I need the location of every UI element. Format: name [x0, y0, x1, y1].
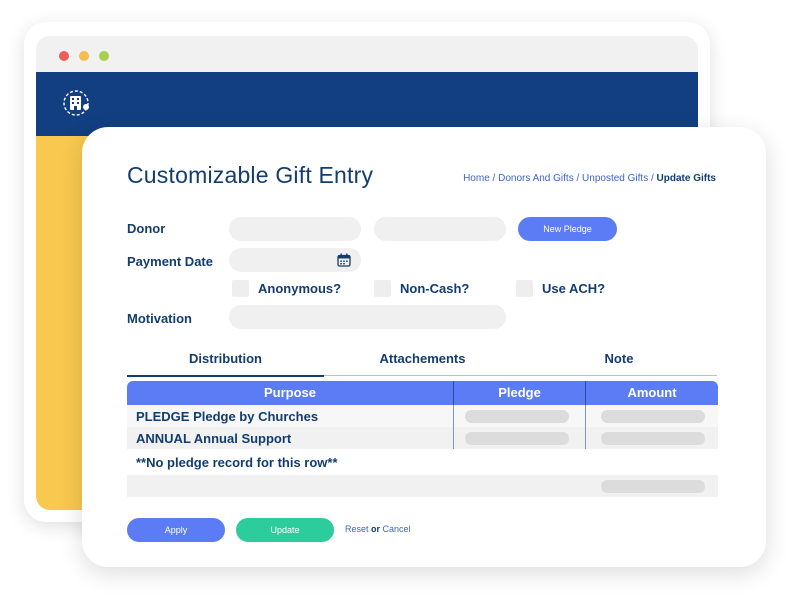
pledge-header: Pledge [498, 385, 541, 400]
amount-cell-field[interactable] [601, 410, 705, 423]
distribution-table: Purpose Pledge Amount PLEDGE Pledge by C… [127, 381, 718, 497]
non-cash-label: Non-Cash? [400, 281, 470, 296]
apply-button[interactable]: Apply [127, 518, 225, 542]
maximize-window-button[interactable] [99, 51, 109, 61]
donor-label: Donor [127, 221, 166, 236]
gift-entry-card: Customizable Gift Entry Home / Donors An… [82, 127, 766, 567]
pledge-cell-field[interactable] [465, 410, 569, 423]
breadcrumb-donors-and-gifts[interactable]: Donors And Gifts [498, 173, 574, 184]
purpose-cell: ANNUAL Annual Support [136, 431, 292, 446]
amount-cell-field[interactable] [601, 432, 705, 445]
anonymous-label: Anonymous? [258, 281, 342, 296]
donor-first-field[interactable] [229, 217, 361, 241]
use-ach-checkbox[interactable] [516, 280, 533, 297]
breadcrumb-separator: / [492, 173, 496, 184]
table-total-row [127, 475, 718, 497]
new-pledge-button[interactable]: New Pledge [518, 217, 617, 241]
amount-total-field[interactable] [601, 480, 705, 493]
page-title: Customizable Gift Entry [127, 162, 374, 188]
window-titlebar [36, 36, 698, 72]
update-button[interactable]: Update [236, 518, 334, 542]
tab-bar: Distribution Attachements Note [127, 351, 717, 377]
breadcrumb-current: Update Gifts [656, 173, 716, 184]
breadcrumb-unposted-gifts[interactable]: Unposted Gifts [582, 173, 648, 184]
motivation-label: Motivation [127, 311, 192, 326]
donor-second-field[interactable] [374, 217, 506, 241]
reset-link[interactable]: Reset [345, 524, 369, 534]
table-row: **No pledge record for this row** [127, 451, 718, 473]
non-cash-checkbox[interactable] [374, 280, 391, 297]
calendar-icon[interactable] [337, 253, 351, 267]
reset-cancel-links: Reset or Cancel [345, 524, 411, 534]
building-icon[interactable] [62, 88, 92, 118]
purpose-header: Purpose [263, 385, 316, 400]
column-divider [453, 405, 454, 449]
no-pledge-note: **No pledge record for this row** [136, 455, 338, 470]
close-window-button[interactable] [59, 51, 69, 61]
payment-date-label: Payment Date [127, 254, 213, 269]
amount-header: Amount [627, 385, 677, 400]
table-row[interactable]: ANNUAL Annual Support [127, 427, 718, 449]
breadcrumb-separator: / [576, 173, 580, 184]
payment-date-field[interactable] [229, 248, 361, 272]
tab-attachements[interactable]: Attachements [324, 351, 521, 375]
tab-distribution[interactable]: Distribution [127, 351, 324, 377]
breadcrumb: Home / Donors And Gifts / Unposted Gifts… [463, 173, 716, 184]
purpose-cell: PLEDGE Pledge by Churches [136, 409, 319, 424]
or-text: or [371, 524, 381, 534]
table-header: Purpose Pledge Amount [127, 381, 718, 405]
use-ach-label: Use ACH? [542, 281, 606, 296]
column-divider [585, 405, 586, 449]
motivation-field[interactable] [229, 305, 506, 329]
cancel-link[interactable]: Cancel [383, 524, 411, 534]
tab-note[interactable]: Note [521, 351, 717, 375]
breadcrumb-separator: / [650, 173, 654, 184]
table-row[interactable]: PLEDGE Pledge by Churches [127, 405, 718, 427]
anonymous-checkbox[interactable] [232, 280, 249, 297]
pledge-cell-field[interactable] [465, 432, 569, 445]
minimize-window-button[interactable] [79, 51, 89, 61]
breadcrumb-home[interactable]: Home [463, 173, 490, 184]
